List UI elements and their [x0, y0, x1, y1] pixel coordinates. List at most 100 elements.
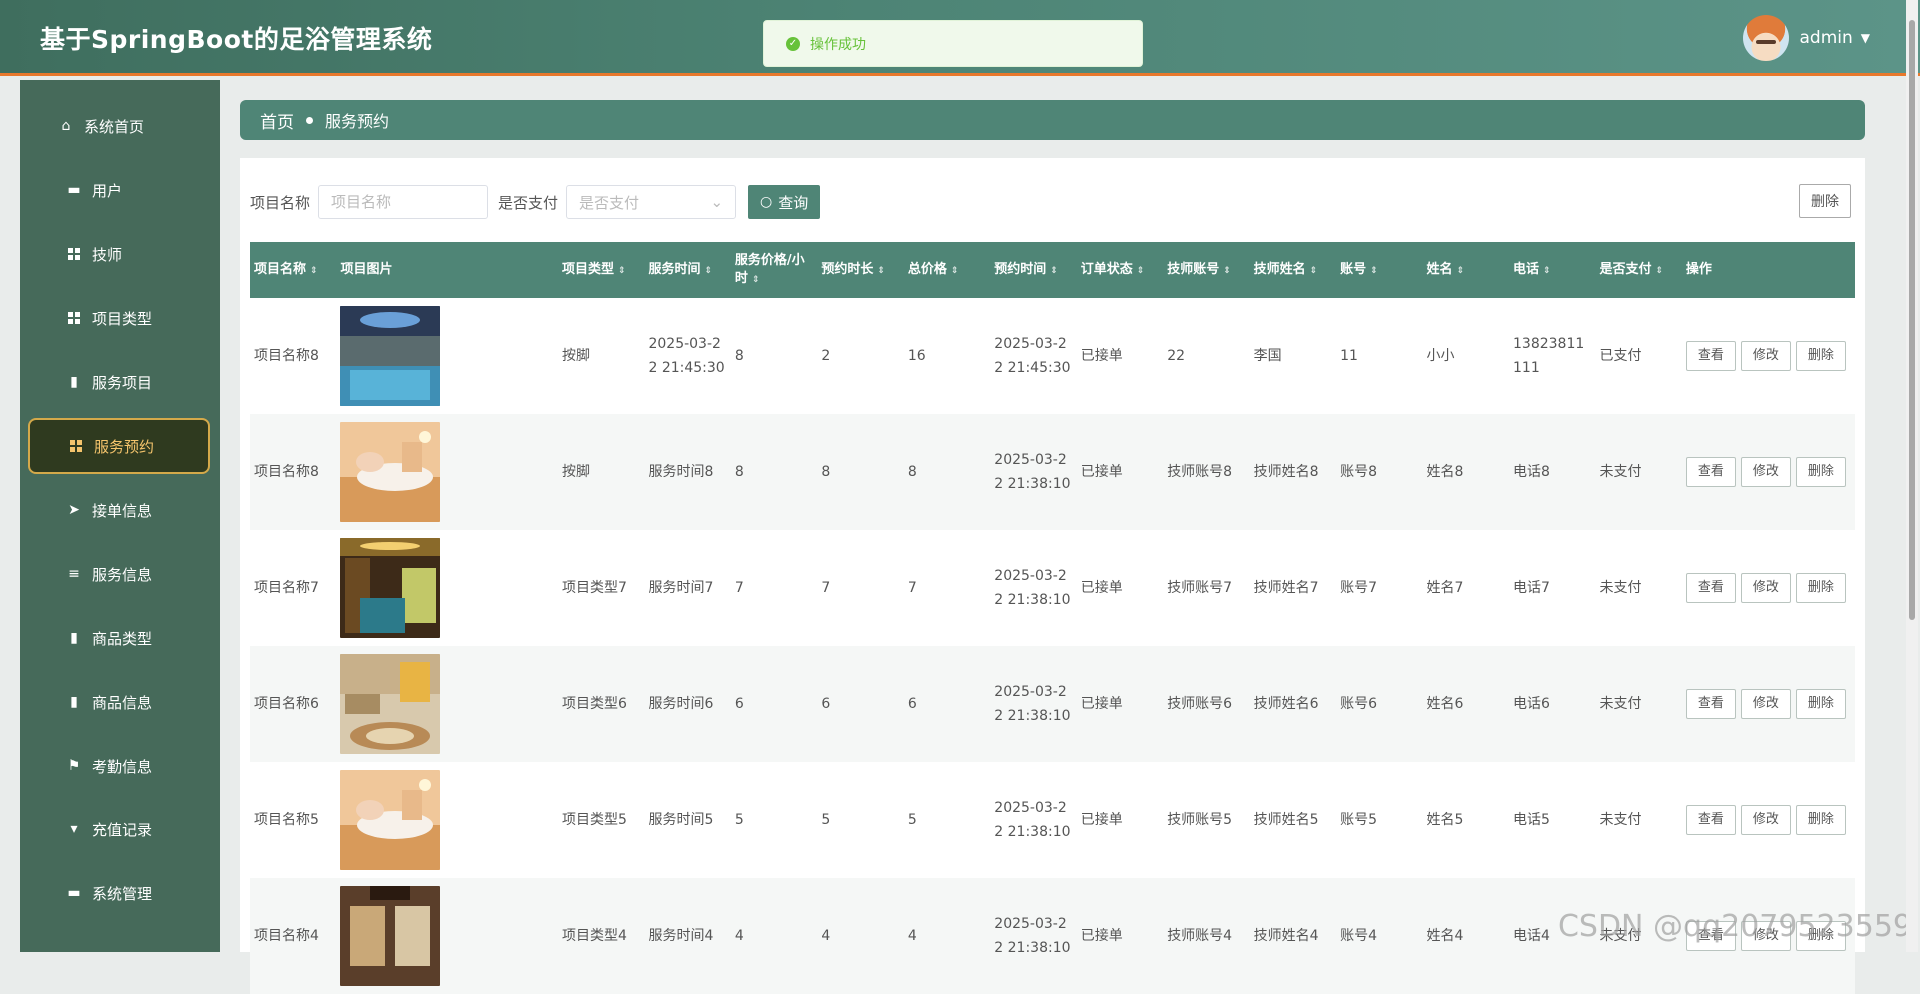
edit-button[interactable]: 修改 — [1741, 341, 1791, 371]
cell-paid: 未支付 — [1595, 414, 1681, 530]
delete-button[interactable]: 删除 — [1796, 341, 1846, 371]
sort-icon[interactable]: ⇕ — [1137, 266, 1145, 276]
table-row: 项目名称5项目类型5服务时间55552025-03-22 21:38:10已接单… — [250, 762, 1855, 878]
column-header[interactable]: 技师账号⇕ — [1163, 242, 1249, 298]
column-header[interactable]: 订单状态 ⇕ — [1077, 242, 1163, 298]
chevron-down-icon[interactable]: ▼ — [1861, 31, 1870, 45]
sort-icon[interactable]: ⇕ — [877, 266, 885, 276]
list-icon: ≡ — [66, 566, 82, 582]
sort-icon[interactable]: ⇕ — [1457, 266, 1465, 276]
column-header[interactable]: 总价格 ⇕ — [904, 242, 990, 298]
cell-price: 8 — [731, 414, 817, 530]
scrollbar-thumb[interactable] — [1909, 20, 1915, 620]
sort-icon[interactable]: ⇕ — [704, 266, 712, 276]
edit-button[interactable]: 修改 — [1741, 805, 1791, 835]
column-header[interactable]: 姓名⇕ — [1423, 242, 1509, 298]
sort-icon[interactable]: ⇕ — [1370, 266, 1378, 276]
column-header[interactable]: 预约时长 ⇕ — [817, 242, 903, 298]
column-header-label: 电话 — [1513, 262, 1539, 277]
sort-icon[interactable]: ⇕ — [310, 266, 318, 276]
user-menu[interactable]: admin ▼ — [1743, 14, 1870, 62]
avatar[interactable] — [1743, 15, 1789, 61]
sidebar-item-label: 充值记录 — [92, 819, 152, 840]
column-header[interactable]: 技师姓名⇕ — [1250, 242, 1336, 298]
sidebar-item-1[interactable]: ▬用户 — [28, 162, 210, 218]
breadcrumb-home[interactable]: 首页 — [260, 108, 294, 133]
cell-service-time: 服务时间4 — [644, 878, 730, 994]
column-header[interactable]: 预约时间 ⇕ — [990, 242, 1076, 298]
cell-service-time: 服务时间6 — [644, 646, 730, 762]
sort-icon[interactable]: ⇕ — [1543, 266, 1551, 276]
view-button[interactable]: 查看 — [1686, 689, 1736, 719]
cell-name: 项目名称8 — [250, 298, 336, 414]
sidebar-item-2[interactable]: 技师 — [28, 226, 210, 282]
column-header-label: 预约时间 — [994, 262, 1046, 277]
username[interactable]: admin — [1799, 28, 1852, 48]
sidebar-item-7[interactable]: ≡ 服务信息 — [28, 546, 210, 602]
sidebar-item-12[interactable]: ▬系统管理 — [28, 865, 210, 921]
column-header[interactable]: 服务时间⇕ — [644, 242, 730, 298]
batch-delete-button[interactable]: 删除 — [1799, 184, 1851, 218]
cell-duration: 2 — [817, 298, 903, 414]
view-button[interactable]: 查看 — [1686, 805, 1736, 835]
sidebar-item-3[interactable]: 项目类型 — [28, 290, 210, 346]
view-button[interactable]: 查看 — [1686, 457, 1736, 487]
sort-icon[interactable]: ⇕ — [951, 266, 959, 276]
column-header[interactable]: 电话 ⇕ — [1509, 242, 1595, 298]
cell-actions: 查看修改删除 — [1682, 762, 1855, 878]
sort-icon[interactable]: ⇕ — [1310, 266, 1318, 276]
sort-icon[interactable]: ⇕ — [1050, 266, 1058, 276]
project-image-cell — [336, 762, 558, 878]
column-header[interactable]: 账号⇕ — [1336, 242, 1422, 298]
sort-icon[interactable]: ⇕ — [618, 266, 626, 276]
cell-account: 账号8 — [1336, 414, 1422, 530]
row-actions: 查看修改删除 — [1686, 689, 1851, 719]
cell-account: 账号5 — [1336, 762, 1422, 878]
sort-icon[interactable]: ⇕ — [752, 275, 760, 285]
column-header-label: 总价格 — [908, 262, 947, 277]
column-header[interactable]: 项目类型⇕ — [558, 242, 644, 298]
sidebar-item-10[interactable]: ⚑考勤信息 — [28, 738, 210, 794]
column-header[interactable]: 服务价格/小时⇕ — [731, 242, 817, 298]
cell-paid: 未支付 — [1595, 530, 1681, 646]
column-header[interactable]: 是否支付⇕ — [1595, 242, 1681, 298]
page-scrollbar[interactable] — [1906, 0, 1918, 952]
cell-price: 6 — [731, 646, 817, 762]
edit-button[interactable]: 修改 — [1741, 457, 1791, 487]
sidebar-item-label: 商品类型 — [92, 628, 152, 649]
delete-button[interactable]: 删除 — [1796, 689, 1846, 719]
view-button[interactable]: 查看 — [1686, 341, 1736, 371]
cell-book-time: 2025-03-22 21:38:10 — [990, 414, 1076, 530]
sidebar-item-11[interactable]: ▾充值记录 — [28, 801, 210, 857]
edit-button[interactable]: 修改 — [1741, 573, 1791, 603]
breadcrumb: 首页 服务预约 — [240, 100, 1865, 140]
sort-icon[interactable]: ⇕ — [1223, 266, 1231, 276]
cell-status: 已接单 — [1077, 530, 1163, 646]
delete-button[interactable]: 删除 — [1796, 573, 1846, 603]
column-header-label: 预约时长 — [821, 262, 873, 277]
sidebar-item-label: 服务信息 — [92, 564, 152, 585]
cell-actions: 查看修改删除 — [1682, 414, 1855, 530]
sidebar-item-4[interactable]: ▮服务项目 — [28, 354, 210, 410]
project-image — [340, 422, 440, 522]
cell-total: 5 — [904, 762, 990, 878]
edit-button[interactable]: 修改 — [1741, 689, 1791, 719]
sort-icon[interactable]: ⇕ — [1655, 266, 1663, 276]
cell-price: 4 — [731, 878, 817, 994]
sidebar-item-6[interactable]: ➤接单信息 — [28, 482, 210, 538]
column-header-label: 订单状态 — [1081, 262, 1133, 277]
view-button[interactable]: 查看 — [1686, 573, 1736, 603]
column-header[interactable]: 项目名称⇕ — [250, 242, 336, 298]
project-image-cell — [336, 530, 558, 646]
delete-button[interactable]: 删除 — [1796, 457, 1846, 487]
name-search-input[interactable] — [318, 185, 488, 219]
sidebar-item-0[interactable]: ⌂系统首页 — [28, 98, 210, 154]
query-button[interactable]: ○ 查询 — [748, 185, 820, 219]
sidebar-item-8[interactable]: ▮商品类型 — [28, 610, 210, 666]
paid-select[interactable]: 是否支付 ⌄ — [566, 185, 736, 219]
sidebar-item-9[interactable]: ▮商品信息 — [28, 674, 210, 730]
delete-button[interactable]: 删除 — [1796, 805, 1846, 835]
sidebar-item-5[interactable]: 服务预约 — [28, 418, 210, 474]
sidebar: ⌂系统首页 ▬用户技师项目类型 ▮服务项目服务预约 ➤接单信息 ≡ 服务信息 ▮商品类型 ▮商… — [20, 80, 220, 952]
query-button-label: 查询 — [778, 192, 808, 213]
